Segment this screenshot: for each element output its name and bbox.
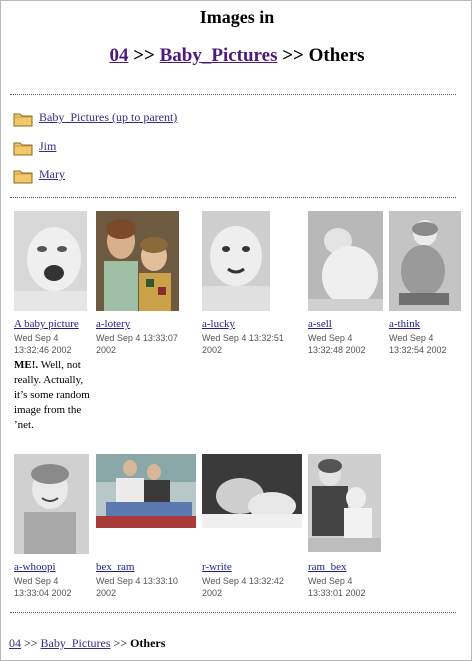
thumbnail-a-lucky[interactable] <box>202 211 270 311</box>
folder-icon <box>13 170 33 184</box>
image-link-a-lotery[interactable]: a-lotery <box>96 318 130 330</box>
image-link-a-sell[interactable]: a-sell <box>308 318 332 330</box>
thumbnail-r-write[interactable] <box>202 454 302 528</box>
divider <box>10 197 456 198</box>
divider <box>10 94 456 95</box>
image-time: 13:33:01 2002 <box>308 588 366 598</box>
folder-icon <box>13 142 33 156</box>
image-link-a-whoopi[interactable]: a-whoopi <box>14 561 56 573</box>
image-time: 13:33:04 2002 <box>14 588 72 598</box>
thumbnail-a-whoopi[interactable] <box>14 454 89 554</box>
image-link-bex-ram[interactable]: bex_ram <box>96 561 134 573</box>
footer-breadcrumb-baby-pictures-link[interactable]: Baby_Pictures <box>41 636 111 650</box>
breadcrumb-baby-pictures-link[interactable]: Baby_Pictures <box>160 45 278 66</box>
thumbnail-ram-bex[interactable] <box>308 454 381 552</box>
folder-link-mary[interactable]: Mary <box>39 167 65 182</box>
image-date: Wed Sep 4 13:32:51 <box>202 333 284 343</box>
folder-link-parent[interactable]: Baby_Pictures (up to parent) <box>39 110 177 125</box>
footer-breadcrumb-04-link[interactable]: 04 <box>9 636 21 650</box>
image-date: Wed Sep 4 13:33:07 <box>96 333 178 343</box>
image-time: 2002 <box>202 345 223 355</box>
breadcrumb-separator: >> <box>282 45 304 66</box>
thumbnail-a-think[interactable] <box>389 211 461 311</box>
image-link-a-think[interactable]: a-think <box>389 318 420 330</box>
image-time: 13:32:46 2002 <box>14 345 72 355</box>
page-title: Images in <box>199 7 275 27</box>
image-date: Wed Sep 4 <box>308 576 353 586</box>
image-time: 13:32:48 2002 <box>308 345 366 355</box>
image-link-a-lucky[interactable]: a-lucky <box>202 318 235 330</box>
image-time: 2002 <box>96 345 117 355</box>
image-description: ME!. Well, not really. Actually, it’s so… <box>14 358 92 433</box>
image-date: Wed Sep 4 <box>308 333 353 343</box>
footer-breadcrumb-current: Others <box>130 636 166 650</box>
image-date: Wed Sep 4 13:32:42 <box>202 576 284 586</box>
image-date: Wed Sep 4 <box>389 333 434 343</box>
image-time: 2002 <box>96 588 117 598</box>
thumbnail-a-lotery[interactable] <box>96 211 179 311</box>
breadcrumb-separator: >> <box>113 636 128 650</box>
image-date: Wed Sep 4 13:33:10 <box>96 576 178 586</box>
image-date: Wed Sep 4 <box>14 333 59 343</box>
image-link-ram-bex[interactable]: ram_bex <box>308 561 346 573</box>
image-link-a-baby-picture[interactable]: A baby picture <box>14 318 79 330</box>
folder-link-jim[interactable]: Jim <box>39 139 56 154</box>
footer-breadcrumb: 04 >> Baby_Pictures >> Others <box>9 636 165 651</box>
divider <box>10 612 456 613</box>
image-link-r-write[interactable]: r-write <box>202 561 232 573</box>
breadcrumb-separator: >> <box>133 45 155 66</box>
breadcrumb: 04 >> Baby_Pictures >> Others <box>1 45 472 67</box>
image-time: 13:32:54 2002 <box>389 345 447 355</box>
folder-icon <box>13 113 33 127</box>
breadcrumb-separator: >> <box>24 636 38 650</box>
breadcrumb-04-link[interactable]: 04 <box>109 45 128 66</box>
image-time: 2002 <box>202 588 223 598</box>
thumbnail-a-sell[interactable] <box>308 211 383 311</box>
thumbnail-a-baby-picture[interactable] <box>14 211 87 311</box>
description-bold: ME!. <box>14 359 39 371</box>
image-date: Wed Sep 4 <box>14 576 59 586</box>
thumbnail-bex-ram[interactable] <box>96 454 196 528</box>
breadcrumb-current: Others <box>308 45 365 66</box>
